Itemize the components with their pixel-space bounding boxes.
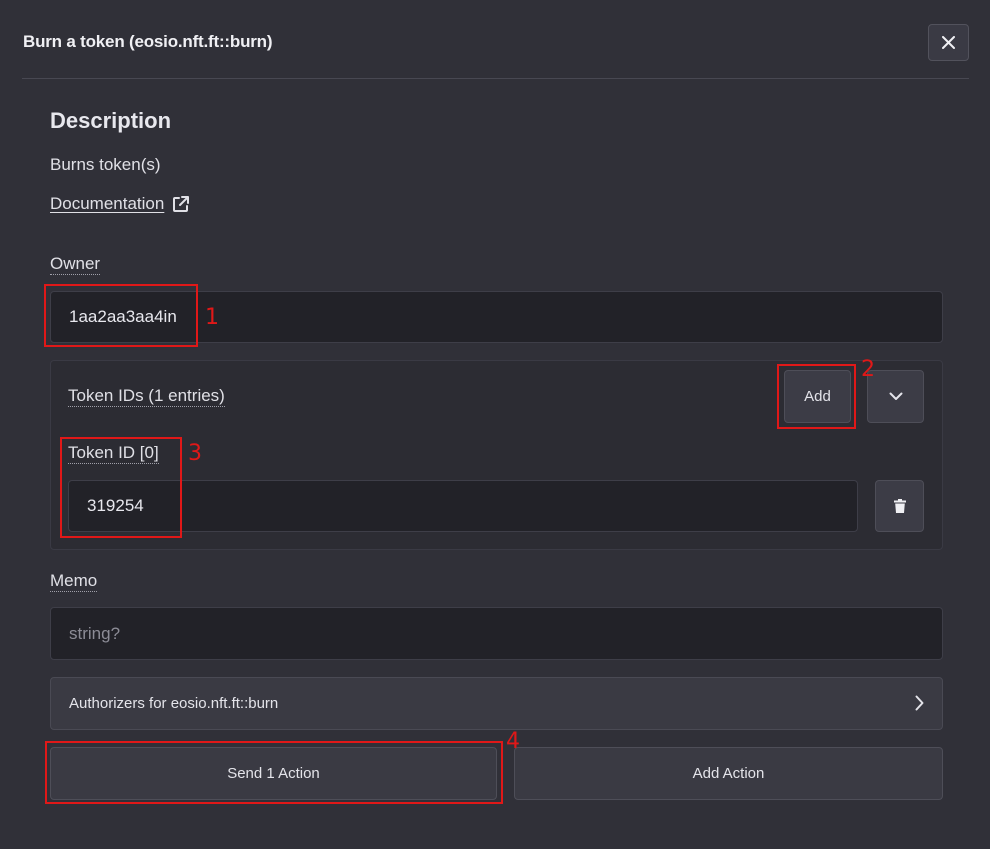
- owner-label: Owner: [50, 254, 101, 275]
- token-id-0-input[interactable]: 319254: [68, 480, 858, 532]
- memo-input[interactable]: string?: [50, 607, 943, 660]
- add-action-button[interactable]: Add Action: [514, 747, 943, 800]
- collapse-toggle-button[interactable]: [867, 370, 924, 423]
- delete-token-id-button[interactable]: [875, 480, 924, 532]
- documentation-link-label: Documentation: [50, 194, 165, 213]
- token-ids-panel: Token IDs (1 entries) Add Token ID [0] 3…: [50, 360, 943, 550]
- documentation-link[interactable]: Documentation: [50, 194, 190, 214]
- description-text: Burns token(s): [50, 155, 161, 174]
- add-token-id-button[interactable]: Add: [784, 370, 851, 423]
- token-ids-label: Token IDs (1 entries): [68, 386, 225, 407]
- close-icon: [942, 36, 955, 49]
- burn-token-dialog: Burn a token (eosio.nft.ft::burn) Descri…: [0, 0, 990, 849]
- authorizers-label: Authorizers for eosio.nft.ft::burn: [69, 695, 279, 712]
- trash-icon: [893, 499, 906, 513]
- dialog-header: Burn a token (eosio.nft.ft::burn): [22, 22, 969, 79]
- chevron-right-icon: [915, 695, 924, 711]
- send-action-button[interactable]: Send 1 Action: [50, 747, 497, 800]
- owner-input[interactable]: 1aa2aa3aa4in: [50, 291, 943, 343]
- chevron-down-icon: [889, 392, 902, 400]
- memo-label: Memo: [50, 571, 98, 592]
- description-heading: Description: [50, 108, 172, 133]
- authorizers-expander[interactable]: Authorizers for eosio.nft.ft::burn: [50, 677, 943, 730]
- token-id-0-label: Token ID [0]: [68, 443, 159, 464]
- close-button[interactable]: [928, 24, 969, 61]
- dialog-title: Burn a token (eosio.nft.ft::burn): [23, 32, 273, 51]
- external-link-icon: [173, 196, 190, 212]
